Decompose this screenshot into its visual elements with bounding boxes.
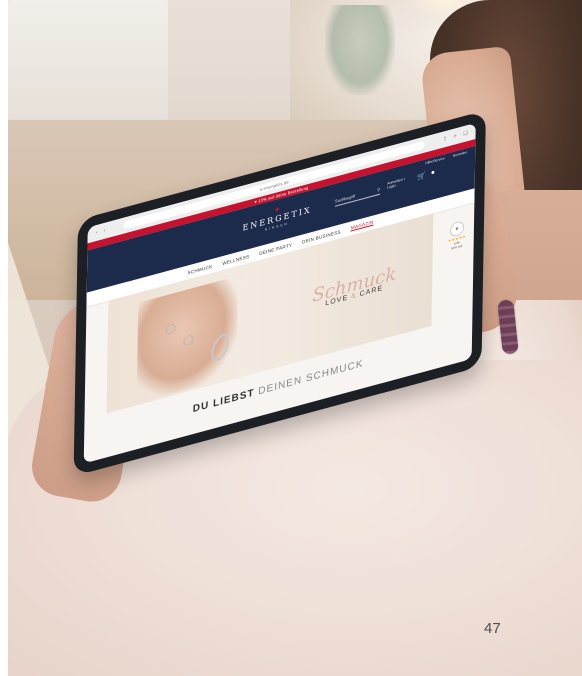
- search-icon[interactable]: ⚲: [377, 186, 380, 195]
- search-placeholder: Suchbegriff: [335, 193, 356, 204]
- trusted-shops-letter: e: [455, 225, 459, 233]
- top-link-help[interactable]: Hilfe/Service: [425, 156, 445, 165]
- hero-caption-amp: &: [350, 291, 357, 301]
- header-icons: 🛒 ●: [417, 169, 435, 182]
- plus-icon[interactable]: +: [453, 133, 457, 140]
- background-plant: [325, 5, 395, 95]
- headline-strong: DU LIEBST: [192, 387, 255, 416]
- cart-icon[interactable]: 🛒: [417, 171, 426, 181]
- tablet-lifestyle-photo: ‹ › a.energetix.de ⇧ + ❏ ♥ 15% auf deine…: [0, 0, 582, 676]
- rating-widget[interactable]: ★★★★★ 4.86 Sehr gut: [447, 234, 467, 251]
- top-link-order[interactable]: Bestellen: [453, 150, 467, 158]
- share-icon[interactable]: ⇧: [443, 136, 447, 143]
- back-icon[interactable]: ‹: [96, 230, 98, 237]
- page-number: 47: [484, 620, 501, 637]
- page: ‹ › a.energetix.de ⇧ + ❏ ♥ 15% auf deine…: [0, 0, 582, 676]
- left-page-margin: [0, 0, 8, 676]
- forward-icon[interactable]: ›: [104, 228, 106, 235]
- account-link[interactable]: Anmelden / Login: [387, 176, 409, 190]
- background-cabinet: [8, 0, 168, 120]
- tabs-icon[interactable]: ❏: [463, 130, 468, 137]
- browser-nav-buttons: ‹ ›: [96, 228, 106, 237]
- search-input[interactable]: Suchbegriff ⚲: [334, 185, 381, 207]
- account-label: Anmelden / Login: [387, 176, 405, 190]
- user-icon[interactable]: ●: [431, 169, 435, 178]
